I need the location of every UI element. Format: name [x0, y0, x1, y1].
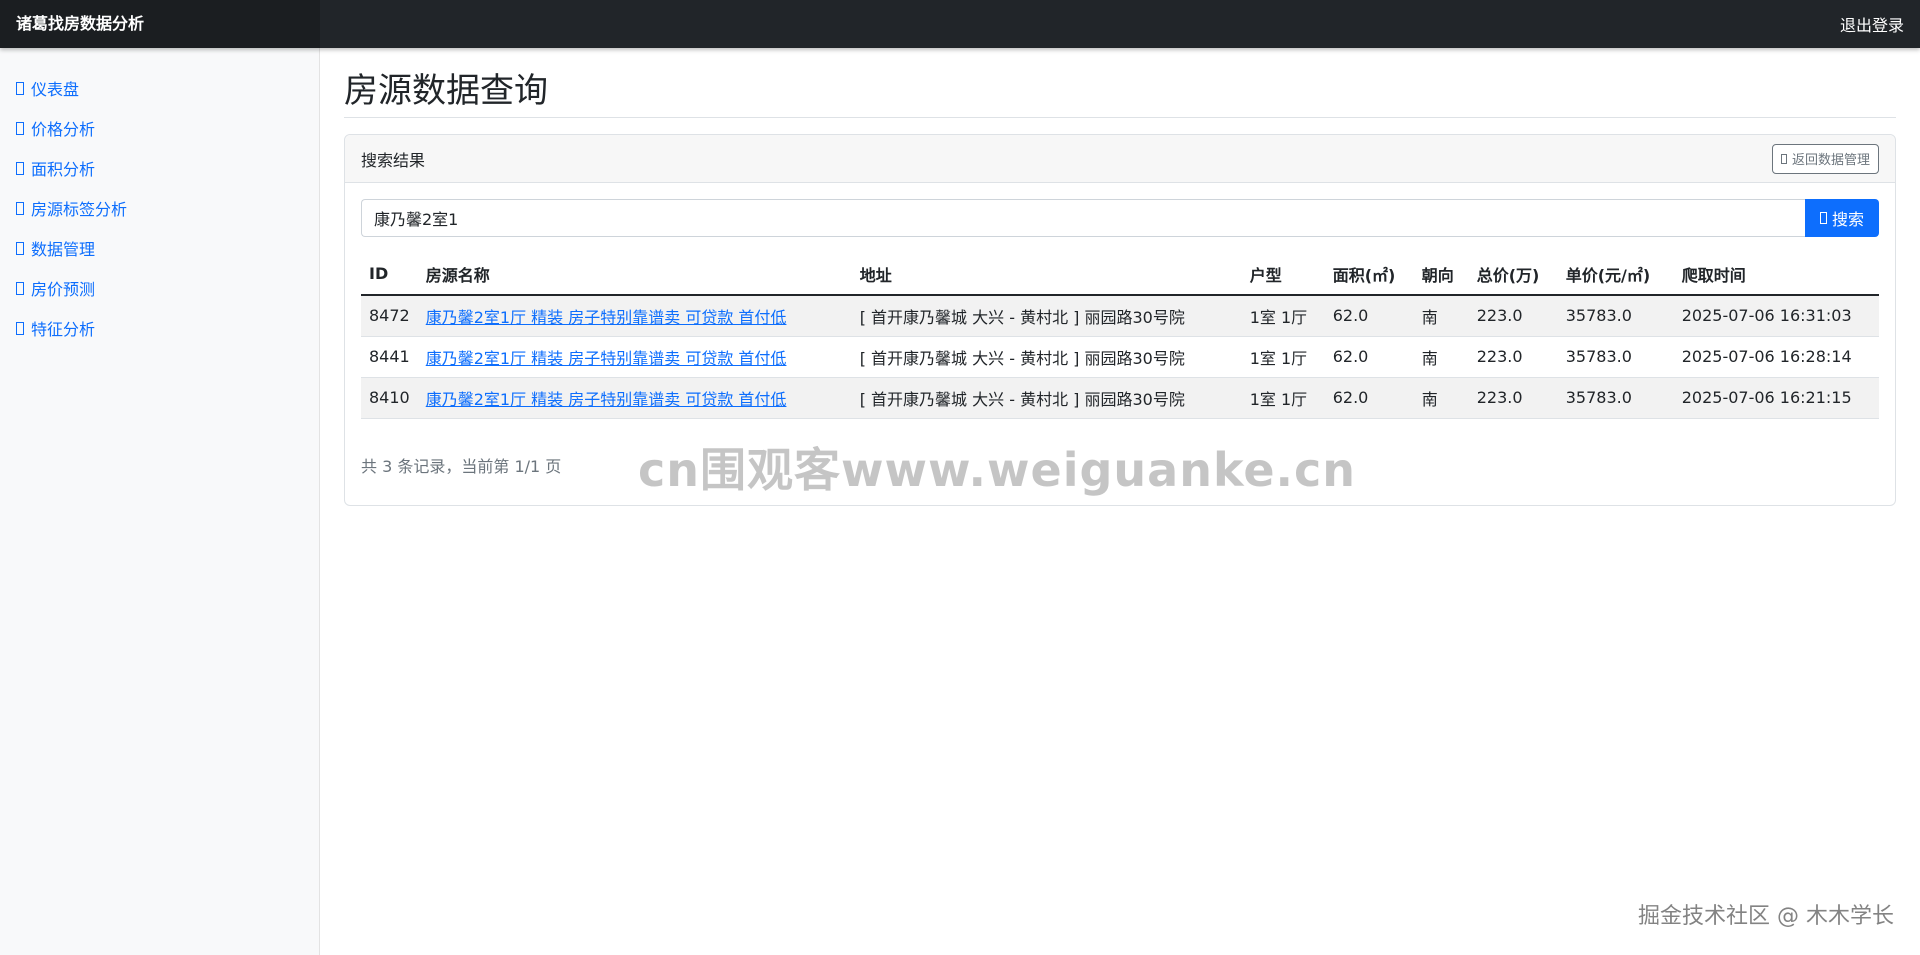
card-header: 搜索结果 返回数据管理	[345, 135, 1895, 183]
search-button-label: 搜索	[1831, 210, 1864, 229]
area-chart-icon	[16, 161, 24, 175]
arrow-left-icon	[1780, 153, 1787, 164]
sidebar-item-feature-analysis[interactable]: 特征分析	[0, 308, 319, 348]
sidebar-item-label: 房价预测	[31, 280, 96, 299]
card-title: 搜索结果	[361, 150, 426, 170]
column-header-orientation: 朝向	[1413, 253, 1469, 296]
column-header-crawl-time: 爬取时间	[1673, 253, 1879, 296]
corner-watermark: 掘金技术社区 @ 木木学长	[1638, 904, 1894, 929]
sidebar-item-label: 数据管理	[31, 240, 96, 259]
house-title-link[interactable]: 康乃馨2室1厅 精装 房子特别靠谱卖 可贷款 首付低	[426, 308, 787, 327]
house-title-link[interactable]: 康乃馨2室1厅 精装 房子特别靠谱卖 可贷款 首付低	[426, 349, 787, 368]
dashboard-icon	[16, 81, 24, 95]
cell-orientation: 南	[1413, 377, 1469, 419]
cell-id: 8410	[361, 377, 418, 419]
cell-name: 康乃馨2室1厅 精装 房子特别靠谱卖 可贷款 首付低	[417, 336, 852, 378]
cell-layout: 1室 1厅	[1241, 336, 1325, 378]
results-table: ID 房源名称 地址 户型 面积(㎡) 朝向 总价(万) 单价(元/㎡) 爬取时…	[361, 253, 1879, 419]
sidebar-item-price-prediction[interactable]: 房价预测	[0, 268, 319, 308]
cell-area: 62.0	[1324, 295, 1414, 337]
cell-unit-price: 35783.0	[1557, 336, 1674, 378]
cell-area: 62.0	[1324, 336, 1414, 378]
search-icon	[1819, 212, 1827, 224]
column-header-address: 地址	[851, 253, 1242, 296]
price-chart-icon	[16, 121, 24, 135]
cell-name: 康乃馨2室1厅 精装 房子特别靠谱卖 可贷款 首付低	[417, 377, 852, 419]
cell-orientation: 南	[1413, 336, 1469, 378]
cell-total-price: 223.0	[1468, 377, 1558, 419]
search-bar: 搜索	[361, 199, 1879, 237]
table-header-row: ID 房源名称 地址 户型 面积(㎡) 朝向 总价(万) 单价(元/㎡) 爬取时…	[361, 253, 1879, 296]
sidebar-item-label: 特征分析	[31, 320, 96, 339]
column-header-layout: 户型	[1241, 253, 1325, 296]
sidebar-item-label: 面积分析	[31, 160, 96, 179]
cell-address: [ 首开康乃馨城 大兴 - 黄村北 ] 丽园路30号院	[851, 295, 1242, 337]
prediction-icon	[16, 281, 24, 295]
column-header-area: 面积(㎡)	[1324, 253, 1414, 296]
tag-icon	[16, 201, 24, 215]
column-header-id: ID	[361, 253, 418, 296]
sidebar-item-data-management[interactable]: 数据管理	[0, 228, 319, 268]
sidebar-item-tag-analysis[interactable]: 房源标签分析	[0, 188, 319, 228]
column-header-total-price: 总价(万)	[1468, 253, 1558, 296]
sidebar-item-area-analysis[interactable]: 面积分析	[0, 148, 319, 188]
back-button-label: 返回数据管理	[1791, 153, 1870, 168]
table-row: 8441 康乃馨2室1厅 精装 房子特别靠谱卖 可贷款 首付低 [ 首开康乃馨城…	[361, 336, 1879, 378]
cell-crawl-time: 2025-07-06 16:31:03	[1673, 295, 1879, 337]
sidebar: 仪表盘 价格分析 面积分析 房源标签分析 数据管理 房价预测 特征分析	[0, 48, 320, 955]
sidebar-item-label: 价格分析	[31, 120, 96, 139]
logout-link[interactable]: 退出登录	[1840, 12, 1920, 36]
cell-unit-price: 35783.0	[1557, 377, 1674, 419]
sidebar-item-label: 仪表盘	[31, 80, 80, 99]
cell-layout: 1室 1厅	[1241, 295, 1325, 337]
cell-orientation: 南	[1413, 295, 1469, 337]
cell-unit-price: 35783.0	[1557, 295, 1674, 337]
cell-crawl-time: 2025-07-06 16:21:15	[1673, 377, 1879, 419]
cell-crawl-time: 2025-07-06 16:28:14	[1673, 336, 1879, 378]
table-row: 8472 康乃馨2室1厅 精装 房子特别靠谱卖 可贷款 首付低 [ 首开康乃馨城…	[361, 295, 1879, 337]
cell-area: 62.0	[1324, 377, 1414, 419]
house-title-link[interactable]: 康乃馨2室1厅 精装 房子特别靠谱卖 可贷款 首付低	[426, 390, 787, 409]
top-navbar: 诸葛找房数据分析 退出登录	[0, 0, 1920, 48]
search-input[interactable]	[361, 199, 1805, 237]
center-watermark: cn围观客www.weiguanke.cn	[638, 443, 1357, 497]
column-header-unit-price: 单价(元/㎡)	[1557, 253, 1674, 296]
sidebar-item-price-analysis[interactable]: 价格分析	[0, 108, 319, 148]
cell-name: 康乃馨2室1厅 精装 房子特别靠谱卖 可贷款 首付低	[417, 295, 852, 337]
cell-id: 8441	[361, 336, 418, 378]
database-icon	[16, 241, 24, 255]
sidebar-item-label: 房源标签分析	[31, 200, 128, 219]
back-to-data-management-button[interactable]: 返回数据管理	[1771, 143, 1879, 174]
search-button[interactable]: 搜索	[1805, 199, 1879, 237]
cell-total-price: 223.0	[1468, 336, 1558, 378]
column-header-name: 房源名称	[417, 253, 852, 296]
brand-title[interactable]: 诸葛找房数据分析	[0, 0, 320, 48]
sidebar-item-dashboard[interactable]: 仪表盘	[0, 68, 319, 108]
cell-total-price: 223.0	[1468, 295, 1558, 337]
cell-address: [ 首开康乃馨城 大兴 - 黄村北 ] 丽园路30号院	[851, 336, 1242, 378]
cell-id: 8472	[361, 295, 418, 337]
cell-layout: 1室 1厅	[1241, 377, 1325, 419]
page-title: 房源数据查询	[344, 48, 1896, 118]
cell-address: [ 首开康乃馨城 大兴 - 黄村北 ] 丽园路30号院	[851, 377, 1242, 419]
table-row: 8410 康乃馨2室1厅 精装 房子特别靠谱卖 可贷款 首付低 [ 首开康乃馨城…	[361, 377, 1879, 419]
feature-icon	[16, 321, 24, 335]
